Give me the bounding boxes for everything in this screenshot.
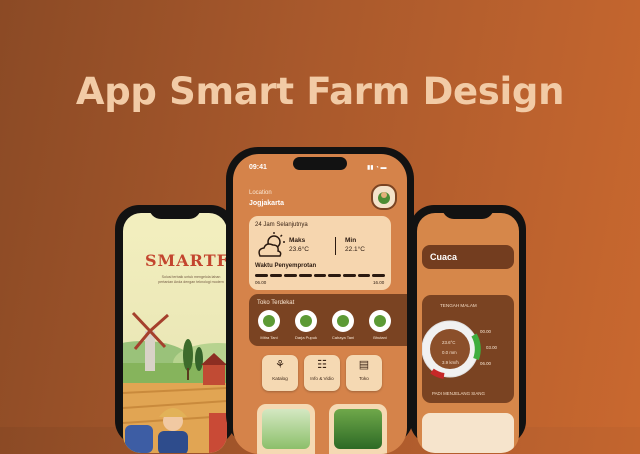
product-image xyxy=(262,409,310,449)
product-image xyxy=(334,409,382,449)
store-name: Darja Pupuk xyxy=(294,335,317,340)
location-city[interactable]: Jogjakarta xyxy=(249,200,284,207)
sprout-icon: ⚘ xyxy=(275,359,285,371)
store-item[interactable]: Bhutani xyxy=(366,310,394,340)
spray-start: 06.00 xyxy=(255,280,267,285)
stores-title: Toko Terdekat xyxy=(257,300,295,306)
phone-home: 09:41 ▮▮ ◔ ▬ Location Jogjakarta 24 Jam … xyxy=(226,147,414,454)
spray-segment xyxy=(255,274,268,277)
menu-button-info[interactable]: ☷ Info & Vidio xyxy=(304,355,340,391)
dynamic-island xyxy=(293,157,347,170)
spray-timeline xyxy=(255,274,386,277)
store-item[interactable]: Cahaya Tani xyxy=(329,310,357,340)
store-item[interactable]: Darja Pupuk xyxy=(292,310,320,340)
gauge-wind: 3.9 km/h xyxy=(442,360,459,365)
status-icons: ▮▮ ◔ ▬ xyxy=(367,165,387,171)
menu-button-toko[interactable]: ▤ Toko xyxy=(346,355,382,391)
weather-status: PADI MENJELANG SIANG xyxy=(432,391,485,396)
store-logo-icon xyxy=(369,310,391,332)
weather-period: TENGAH MALAM xyxy=(440,303,477,308)
partly-cloudy-icon xyxy=(258,232,285,257)
notch xyxy=(442,205,494,219)
menu-button-katalog[interactable]: ⚘ Katalog xyxy=(262,355,298,391)
location-label: Location xyxy=(249,190,272,196)
gauge-time: 03.00 xyxy=(486,345,497,350)
stores-list: Mitra Tani Darja Pupuk Cahaya Tani Bhutani xyxy=(255,310,394,340)
farm-illustration xyxy=(123,311,227,453)
menu-label: Info & Vidio xyxy=(310,376,334,381)
gauge-time: 06.00 xyxy=(480,361,491,366)
menu-label: Toko xyxy=(359,376,369,381)
forecast-title: 24 Jam Selanjutnya xyxy=(255,222,308,228)
store-name: Cahaya Tani xyxy=(331,335,355,340)
weather-screen: Cuaca TENGAH MALAM 23.6°C 0.0 mm 3.9 km/… xyxy=(417,213,519,453)
forecast-card: 24 Jam Selanjutnya Maks 23.6°C Min 22.1°… xyxy=(249,216,391,290)
spray-segment xyxy=(284,274,298,277)
divider xyxy=(335,237,336,255)
phone-weather: Cuaca TENGAH MALAM 23.6°C 0.0 mm 3.9 km/… xyxy=(410,205,526,453)
weather-title: Cuaca xyxy=(430,252,458,262)
headline: App Smart Farm Design xyxy=(75,70,565,113)
min-label: Min xyxy=(345,237,357,244)
min-value: 22.1°C xyxy=(345,246,365,253)
farmer-avatar-icon xyxy=(378,192,390,204)
store-name: Mitra Tani xyxy=(260,335,278,340)
weather-detail-card xyxy=(422,413,514,453)
store-name: Bhutani xyxy=(373,335,387,340)
spray-segment xyxy=(372,274,386,277)
store-logo-icon xyxy=(258,310,280,332)
spray-end: 16.00 xyxy=(373,280,385,285)
spray-segment xyxy=(328,274,342,277)
spray-segment xyxy=(269,274,283,277)
max-value: 23.6°C xyxy=(289,246,309,253)
weather-header: Cuaca xyxy=(422,245,514,269)
spray-segment xyxy=(299,274,312,277)
product-card[interactable] xyxy=(257,404,315,454)
phone-onboarding: SMARTFAR Solusi terbaik untuk mengelola … xyxy=(115,205,235,453)
product-card[interactable] xyxy=(329,404,387,454)
document-icon: ☷ xyxy=(317,359,327,371)
menu-grid: ⚘ Katalog ☷ Info & Vidio ▤ Toko xyxy=(262,355,382,391)
spray-title: Waktu Penyemprotan xyxy=(255,263,317,269)
store-logo-icon xyxy=(295,310,317,332)
status-time: 09:41 xyxy=(249,164,267,171)
store-icon: ▤ xyxy=(358,359,370,371)
gauge-temp: 23.6°C xyxy=(442,340,456,345)
spray-segment xyxy=(357,274,371,277)
gauge-rain: 0.0 mm xyxy=(442,350,457,355)
store-logo-icon xyxy=(332,310,354,332)
weather-card: TENGAH MALAM 23.6°C 0.0 mm 3.9 km/h 00.0… xyxy=(422,295,514,403)
spray-segment xyxy=(313,274,327,277)
gauge-time: 00.00 xyxy=(480,329,491,334)
notch xyxy=(149,205,201,219)
spray-segment xyxy=(343,274,356,277)
menu-label: Katalog xyxy=(272,376,288,381)
max-label: Maks xyxy=(289,237,306,244)
home-screen: 09:41 ▮▮ ◔ ▬ Location Jogjakarta 24 Jam … xyxy=(233,154,407,454)
weather-gauge xyxy=(422,320,481,379)
avatar[interactable] xyxy=(371,184,397,210)
stores-card: Toko Terdekat Mitra Tani Darja Pupuk Cahay… xyxy=(249,294,407,346)
store-item[interactable]: Mitra Tani xyxy=(255,310,283,340)
onboarding-screen: SMARTFAR Solusi terbaik untuk mengelola … xyxy=(123,213,227,453)
